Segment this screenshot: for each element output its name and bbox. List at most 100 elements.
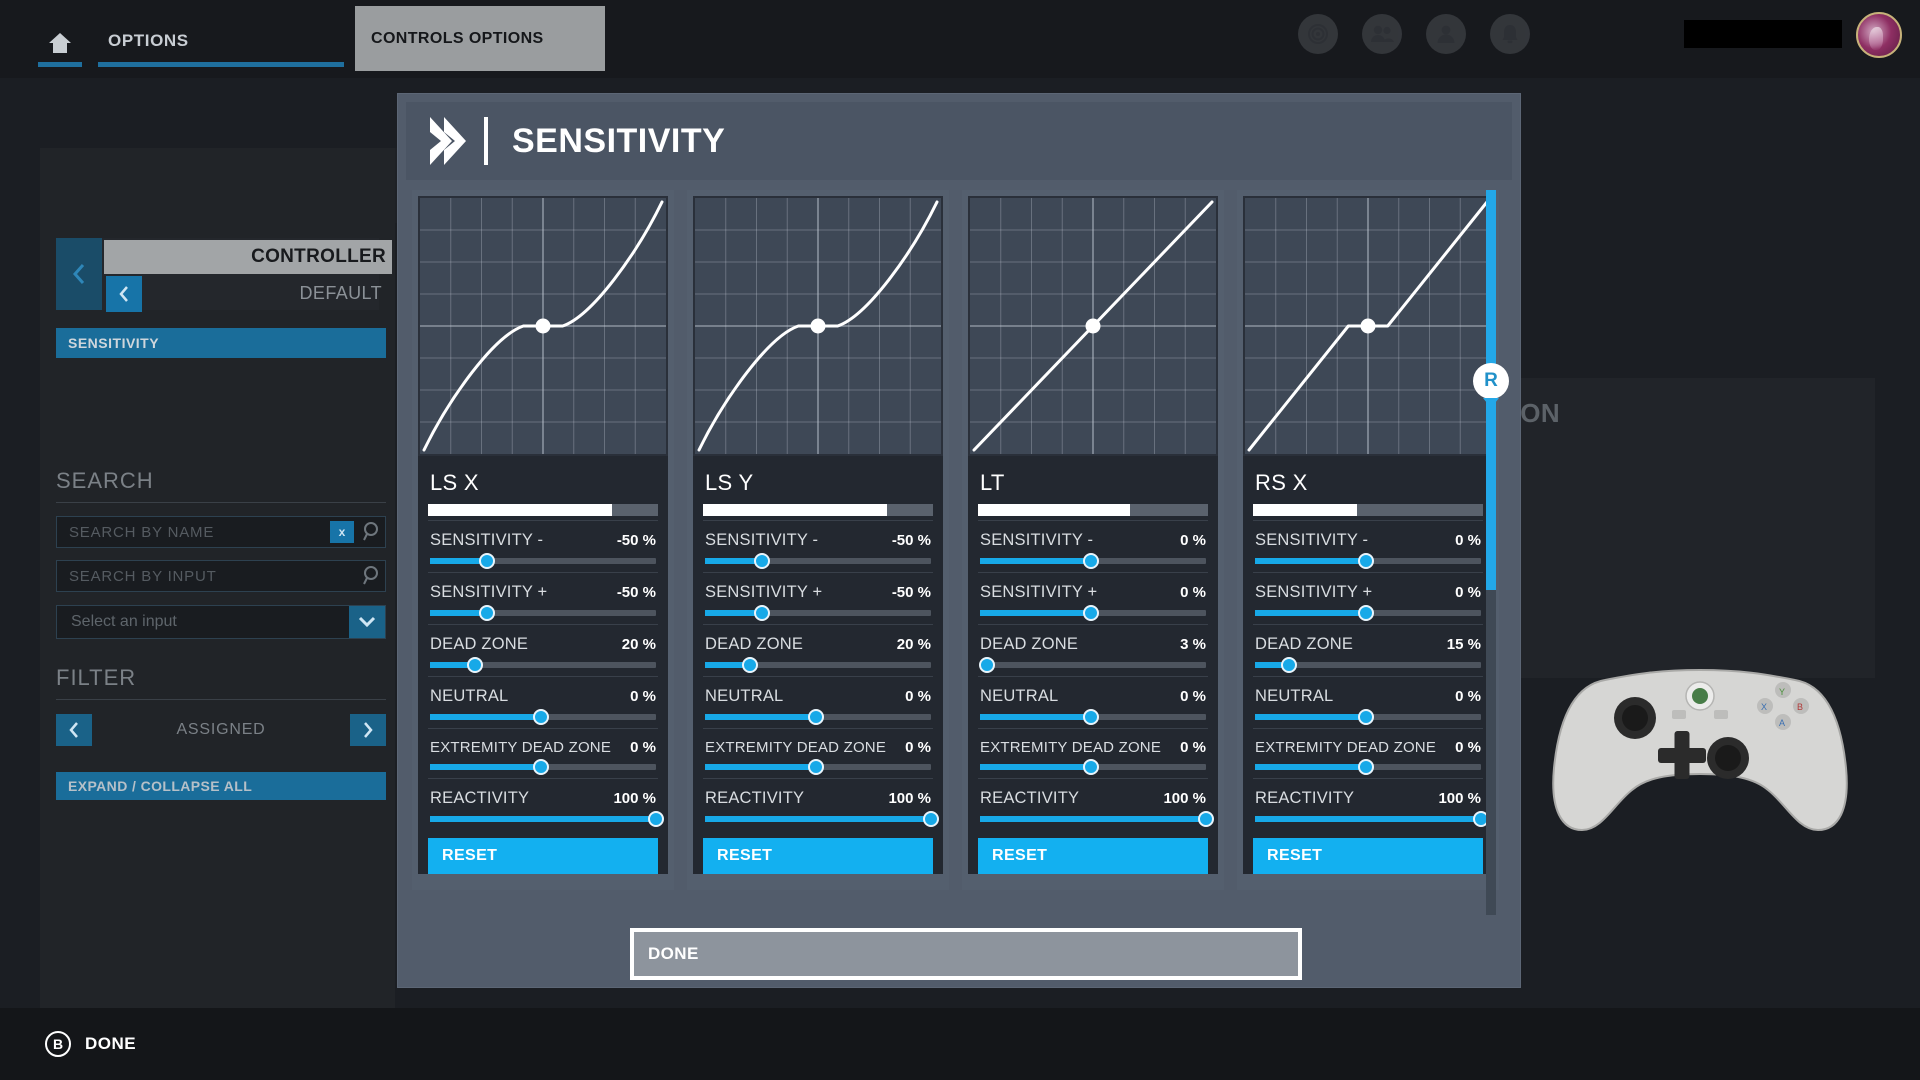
slider-knob[interactable] (1082, 553, 1099, 569)
sensitivity-curve-graph[interactable] (693, 196, 943, 456)
reset-button[interactable]: RESET (978, 838, 1208, 874)
gamepad-b-button-icon: B (45, 1031, 71, 1057)
target-icon[interactable] (1298, 14, 1338, 54)
reset-button[interactable]: RESET (428, 838, 658, 874)
setting-value-dead-zone: 20 % (896, 636, 931, 653)
slider-knob[interactable] (742, 657, 759, 673)
setting-slider-reactivity[interactable] (980, 811, 1214, 827)
setting-slider-reactivity[interactable] (1255, 811, 1489, 827)
setting-slider-sensitivity-plus[interactable] (980, 605, 1206, 621)
setting-row-header: EXTREMITY DEAD ZONE 0 % (430, 739, 656, 756)
select-an-input-dropdown[interactable]: Select an input (56, 605, 386, 639)
setting-slider-neutral[interactable] (980, 709, 1206, 725)
setting-row: EXTREMITY DEAD ZONE 0 % (418, 729, 668, 775)
chevron-down-icon[interactable] (349, 606, 385, 638)
expand-collapse-all-button[interactable]: EXPAND / COLLAPSE ALL (56, 772, 386, 800)
slider-knob[interactable] (1357, 553, 1374, 569)
setting-slider-sensitivity-plus[interactable] (1255, 605, 1481, 621)
slider-fill (705, 816, 931, 822)
setting-slider-sensitivity-minus[interactable] (705, 553, 931, 569)
setting-row: SENSITIVITY + -50 % (418, 573, 668, 621)
slider-knob[interactable] (807, 709, 824, 725)
modal-scrollbar[interactable]: R (1473, 190, 1509, 915)
controller-name[interactable]: CONTROLLER (104, 240, 392, 274)
controller-prev-button[interactable] (56, 238, 102, 310)
setting-slider-dead-zone[interactable] (705, 657, 931, 673)
tab-controls-options[interactable]: CONTROLS OPTIONS (355, 6, 605, 71)
slider-knob[interactable] (978, 657, 995, 673)
setting-slider-extremity-dead-zone[interactable] (430, 759, 656, 775)
notification-icon[interactable] (1490, 14, 1530, 54)
sidebar-item-sensitivity[interactable]: SENSITIVITY (56, 328, 386, 358)
setting-value-neutral: 0 % (630, 688, 656, 705)
setting-slider-dead-zone[interactable] (978, 657, 1206, 673)
slider-knob[interactable] (648, 811, 664, 827)
slider-knob[interactable] (753, 605, 770, 621)
nav-item-options[interactable]: OPTIONS (98, 26, 344, 56)
setting-slider-extremity-dead-zone[interactable] (705, 759, 931, 775)
setting-value-neutral: 0 % (1180, 688, 1206, 705)
setting-row-header: NEUTRAL 0 % (980, 687, 1206, 706)
setting-slider-neutral[interactable] (430, 709, 656, 725)
setting-slider-extremity-dead-zone[interactable] (1255, 759, 1481, 775)
chevron-right-icon-modal (428, 116, 488, 166)
setting-slider-sensitivity-plus[interactable] (705, 605, 931, 621)
search-by-input-input[interactable]: SEARCH BY INPUT (56, 560, 386, 592)
slider-knob[interactable] (478, 605, 495, 621)
search-icon-2[interactable] (362, 565, 384, 592)
slider-knob[interactable] (1082, 759, 1099, 775)
setting-slider-neutral[interactable] (1255, 709, 1481, 725)
setting-slider-sensitivity-minus[interactable] (430, 553, 656, 569)
search-icon[interactable] (362, 521, 384, 548)
slider-knob[interactable] (753, 553, 770, 569)
sensitivity-curve-graph[interactable] (1243, 196, 1493, 456)
scroll-hint-r-button[interactable]: R (1473, 363, 1509, 399)
setting-value-sensitivity-minus: 0 % (1180, 532, 1206, 549)
friends-icon[interactable] (1362, 14, 1402, 54)
avatar[interactable] (1856, 12, 1902, 58)
setting-slider-neutral[interactable] (705, 709, 931, 725)
footer-bar: B DONE (0, 1008, 1920, 1080)
setting-label-extremity-dead-zone: EXTREMITY DEAD ZONE (705, 739, 887, 756)
setting-slider-reactivity[interactable] (705, 811, 939, 827)
filter-next-button[interactable] (350, 714, 386, 746)
reset-button[interactable]: RESET (1253, 838, 1483, 874)
done-button[interactable]: DONE (630, 928, 1302, 980)
slider-knob[interactable] (1357, 709, 1374, 725)
setting-slider-extremity-dead-zone[interactable] (980, 759, 1206, 775)
slider-knob[interactable] (1280, 657, 1297, 673)
slider-knob[interactable] (1198, 811, 1214, 827)
setting-slider-sensitivity-plus[interactable] (430, 605, 656, 621)
setting-slider-reactivity[interactable] (430, 811, 664, 827)
clear-search-button[interactable]: x (330, 521, 354, 543)
profile-icon[interactable] (1426, 14, 1466, 54)
setting-value-sensitivity-minus: -50 % (616, 532, 656, 549)
setting-value-extremity-dead-zone: 0 % (1180, 739, 1206, 756)
slider-knob[interactable] (1082, 605, 1099, 621)
setting-row-header: SENSITIVITY + -50 % (705, 583, 931, 602)
slider-knob[interactable] (478, 553, 495, 569)
setting-row-header: DEAD ZONE 15 % (1255, 635, 1481, 654)
setting-slider-sensitivity-minus[interactable] (980, 553, 1206, 569)
slider-knob[interactable] (532, 759, 549, 775)
slider-knob[interactable] (1082, 709, 1099, 725)
setting-row: SENSITIVITY - 0 % (968, 521, 1218, 569)
setting-row: DEAD ZONE 3 % (968, 625, 1218, 673)
slider-knob[interactable] (923, 811, 939, 827)
slider-knob[interactable] (807, 759, 824, 775)
reset-button[interactable]: RESET (703, 838, 933, 874)
slider-knob[interactable] (1357, 759, 1374, 775)
svg-text:B: B (1797, 702, 1803, 712)
setting-slider-dead-zone[interactable] (430, 657, 656, 673)
slider-knob[interactable] (532, 709, 549, 725)
setting-slider-sensitivity-minus[interactable] (1255, 553, 1481, 569)
input-level-meter (703, 504, 933, 516)
search-heading: SEARCH (56, 468, 154, 493)
preset-name[interactable]: DEFAULT (104, 278, 392, 308)
home-icon[interactable] (42, 26, 78, 60)
slider-knob[interactable] (467, 657, 484, 673)
sensitivity-curve-graph[interactable] (968, 196, 1218, 456)
setting-slider-dead-zone[interactable] (1255, 657, 1481, 673)
sensitivity-curve-graph[interactable] (418, 196, 668, 456)
slider-knob[interactable] (1357, 605, 1374, 621)
